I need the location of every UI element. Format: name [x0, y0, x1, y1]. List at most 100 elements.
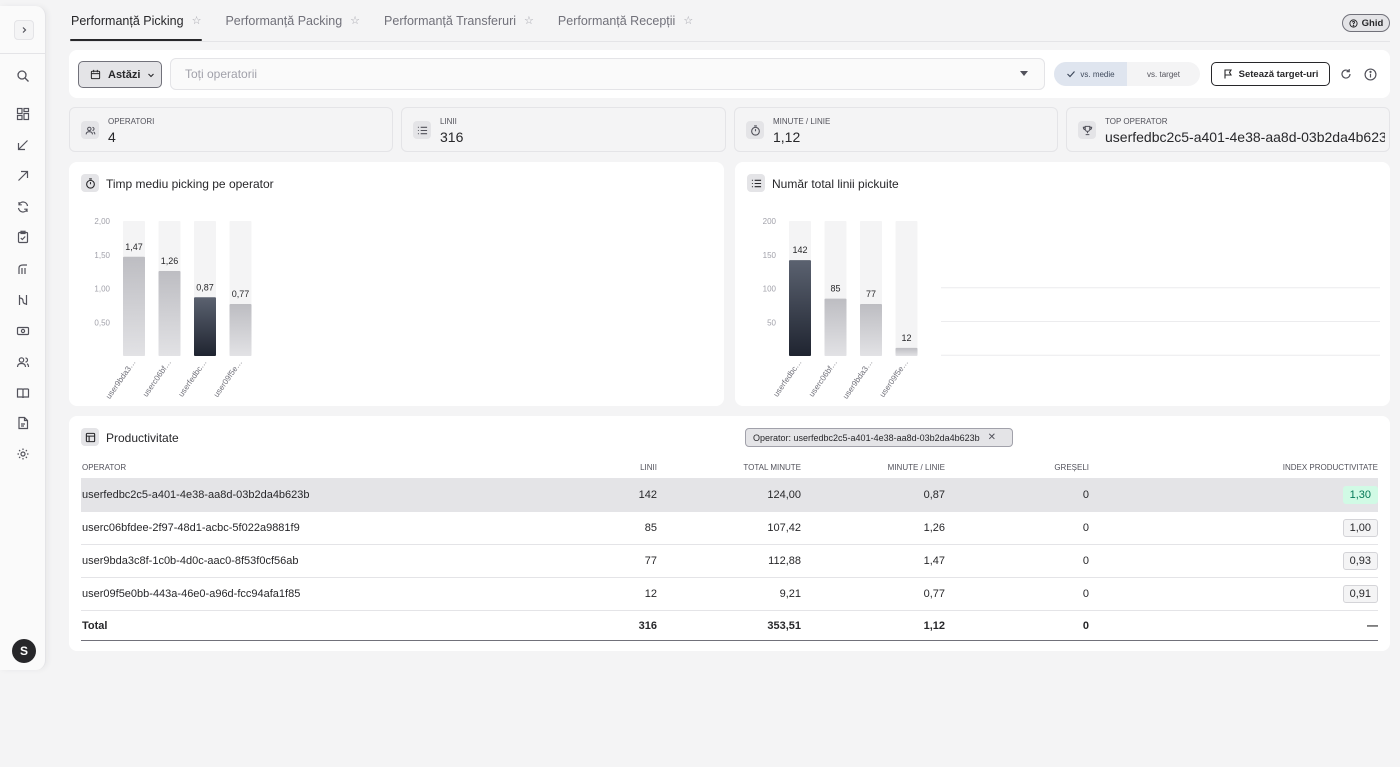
sidebar-search-button[interactable] — [14, 67, 32, 85]
user-avatar[interactable]: S — [12, 639, 36, 663]
kpi-value: 316 — [440, 129, 464, 145]
date-range-button[interactable]: Astăzi — [78, 61, 162, 88]
sidebar-item-docs[interactable] — [14, 384, 32, 402]
kpi-value: 1,12 — [773, 129, 801, 145]
productivity-table: Operator Linii Total minute Minute / lin… — [81, 456, 1378, 641]
compare-option-target[interactable]: vs. target — [1127, 62, 1200, 86]
kpi-linii: Linii 316 — [401, 107, 726, 152]
bar[interactable] — [860, 304, 882, 356]
table-row[interactable]: userc06bfdee-2f97-48d1-acbc-5f022a9881f9… — [81, 512, 1378, 545]
star-icon[interactable]: ☆ — [524, 14, 534, 27]
chevron-right-icon — [22, 27, 27, 33]
sidebar-item-users[interactable] — [14, 353, 32, 371]
date-range-label: Astăzi — [108, 68, 141, 81]
cell-index: 0,91 — [1181, 578, 1378, 610]
cell-operator: userc06bfdee-2f97-48d1-acbc-5f022a9881f9 — [82, 522, 300, 534]
tab-performanta-picking[interactable]: Performanță Picking ☆ — [70, 0, 203, 41]
y-tick-label: 0,50 — [94, 318, 110, 327]
bar-value-label: 85 — [830, 284, 840, 294]
column-header-operator[interactable]: Operator — [82, 456, 582, 478]
column-header-index[interactable]: Index productivitate — [1181, 456, 1378, 478]
operator-filter-chip[interactable]: Operator: userfedbc2c5-a401-4e38-aa8d-03… — [745, 428, 1013, 447]
sidebar-item-settings[interactable] — [14, 445, 32, 463]
route-icon — [18, 295, 28, 305]
y-tick-label: 150 — [763, 251, 777, 260]
bar-value-label: 12 — [901, 333, 911, 343]
kpi-top-operator: Top operator userfedbc2c5-a401-4e38-aa8d… — [1066, 107, 1390, 152]
cell-minute-linie: 0,87 — [923, 489, 945, 501]
bar[interactable] — [824, 298, 847, 356]
cell-greseli: 0 — [1082, 588, 1089, 600]
set-targets-button[interactable]: Setează target-uri — [1211, 62, 1330, 86]
compare-option-label: vs. target — [1147, 69, 1180, 79]
kpi-label: Top operator — [1105, 117, 1168, 126]
bar[interactable] — [789, 260, 811, 356]
cell-operator: user09f5e0bb-443a-46e0-a96d-fcc94afa1f85 — [82, 588, 301, 600]
tab-label: Performanță Transferuri — [384, 13, 517, 28]
table-total-row: Total 316 353,51 1,12 0 — — [81, 611, 1378, 641]
star-icon[interactable]: ☆ — [350, 14, 360, 27]
bar-value-label: 1,26 — [161, 256, 179, 266]
bar[interactable] — [895, 347, 918, 356]
y-tick-label: 100 — [763, 285, 777, 294]
cell-linii: 12 — [644, 588, 657, 600]
filter-bar: Astăzi Toți operatorii vs. medie vs. tar… — [69, 50, 1390, 98]
sidebar-divider — [0, 53, 46, 54]
sidebar-item-cleaning[interactable] — [14, 260, 32, 278]
table-row[interactable]: userfedbc2c5-a401-4e38-aa8d-03b2da4b623b… — [81, 479, 1378, 512]
tab-performanta-packing[interactable]: Performanță Packing ☆ — [224, 0, 361, 41]
tab-performanta-transferuri[interactable]: Performanță Transferuri ☆ — [383, 0, 535, 41]
sidebar-item-transfers[interactable] — [14, 198, 32, 216]
cell-total-minute: 353,51 — [767, 619, 801, 632]
compare-option-label: vs. medie — [1080, 69, 1115, 79]
info-button[interactable] — [1362, 66, 1378, 82]
chevron-down-icon — [148, 73, 155, 77]
ghid-button[interactable]: Ghid — [1342, 14, 1390, 32]
timer-icon — [746, 121, 764, 139]
sidebar-item-routes[interactable] — [14, 291, 32, 309]
compare-option-medie[interactable]: vs. medie — [1054, 62, 1127, 86]
x-tick-label: user9bda3… — [841, 358, 875, 401]
column-header-total-minute[interactable]: Total minute — [681, 456, 801, 478]
table-header: Operator Linii Total minute Minute / lin… — [81, 456, 1378, 479]
bar[interactable] — [158, 270, 181, 356]
cell-linii: 142 — [638, 489, 657, 501]
kpi-operatori: Operatori 4 — [69, 107, 393, 152]
y-tick-label: 200 — [763, 217, 777, 226]
kpi-label: Linii — [440, 117, 457, 126]
file-report-icon — [18, 416, 29, 430]
sidebar-item-outbound[interactable] — [14, 167, 32, 185]
sidebar-item-inbound[interactable] — [14, 136, 32, 154]
users-icon — [81, 121, 99, 139]
check-icon — [1067, 71, 1076, 78]
y-tick-label: 2,00 — [94, 217, 110, 226]
star-icon[interactable]: ☆ — [192, 14, 202, 27]
column-header-linii[interactable]: Linii — [581, 456, 657, 478]
star-icon[interactable]: ☆ — [683, 14, 693, 27]
sidebar-expand-button[interactable] — [14, 20, 34, 40]
close-icon[interactable]: ✕ — [988, 432, 996, 443]
cell-index: 1,00 — [1181, 512, 1378, 544]
column-header-greseli[interactable]: Greșeli — [961, 456, 1089, 478]
sidebar-item-tasks[interactable] — [14, 228, 32, 246]
bar[interactable] — [194, 297, 216, 356]
bar[interactable] — [229, 304, 252, 356]
cell-index: — — [1367, 619, 1378, 632]
table-row[interactable]: user09f5e0bb-443a-46e0-a96d-fcc94afa1f85… — [81, 578, 1378, 611]
sidebar-item-reports[interactable] — [14, 414, 32, 432]
column-header-minute-linie[interactable]: Minute / linie — [821, 456, 945, 478]
table-row[interactable]: user9bda3c8f-1c0b-4d0c-aac0-8f53f0cf56ab… — [81, 545, 1378, 578]
sidebar: S — [0, 6, 46, 670]
caret-down-icon — [1020, 71, 1028, 76]
kpi-value: 4 — [108, 129, 116, 145]
x-tick-label: userfedbc… — [177, 358, 209, 399]
bar[interactable] — [123, 256, 145, 356]
book-open-icon — [16, 388, 30, 399]
sidebar-item-payments[interactable] — [14, 322, 32, 340]
table-icon — [81, 428, 99, 446]
refresh-button[interactable] — [1338, 66, 1354, 82]
sidebar-item-dashboard[interactable] — [14, 105, 32, 123]
operator-select[interactable]: Toți operatorii — [170, 58, 1045, 90]
cell-minute-linie: 1,26 — [923, 522, 945, 534]
tab-performanta-receptii[interactable]: Performanță Recepții ☆ — [557, 0, 694, 41]
